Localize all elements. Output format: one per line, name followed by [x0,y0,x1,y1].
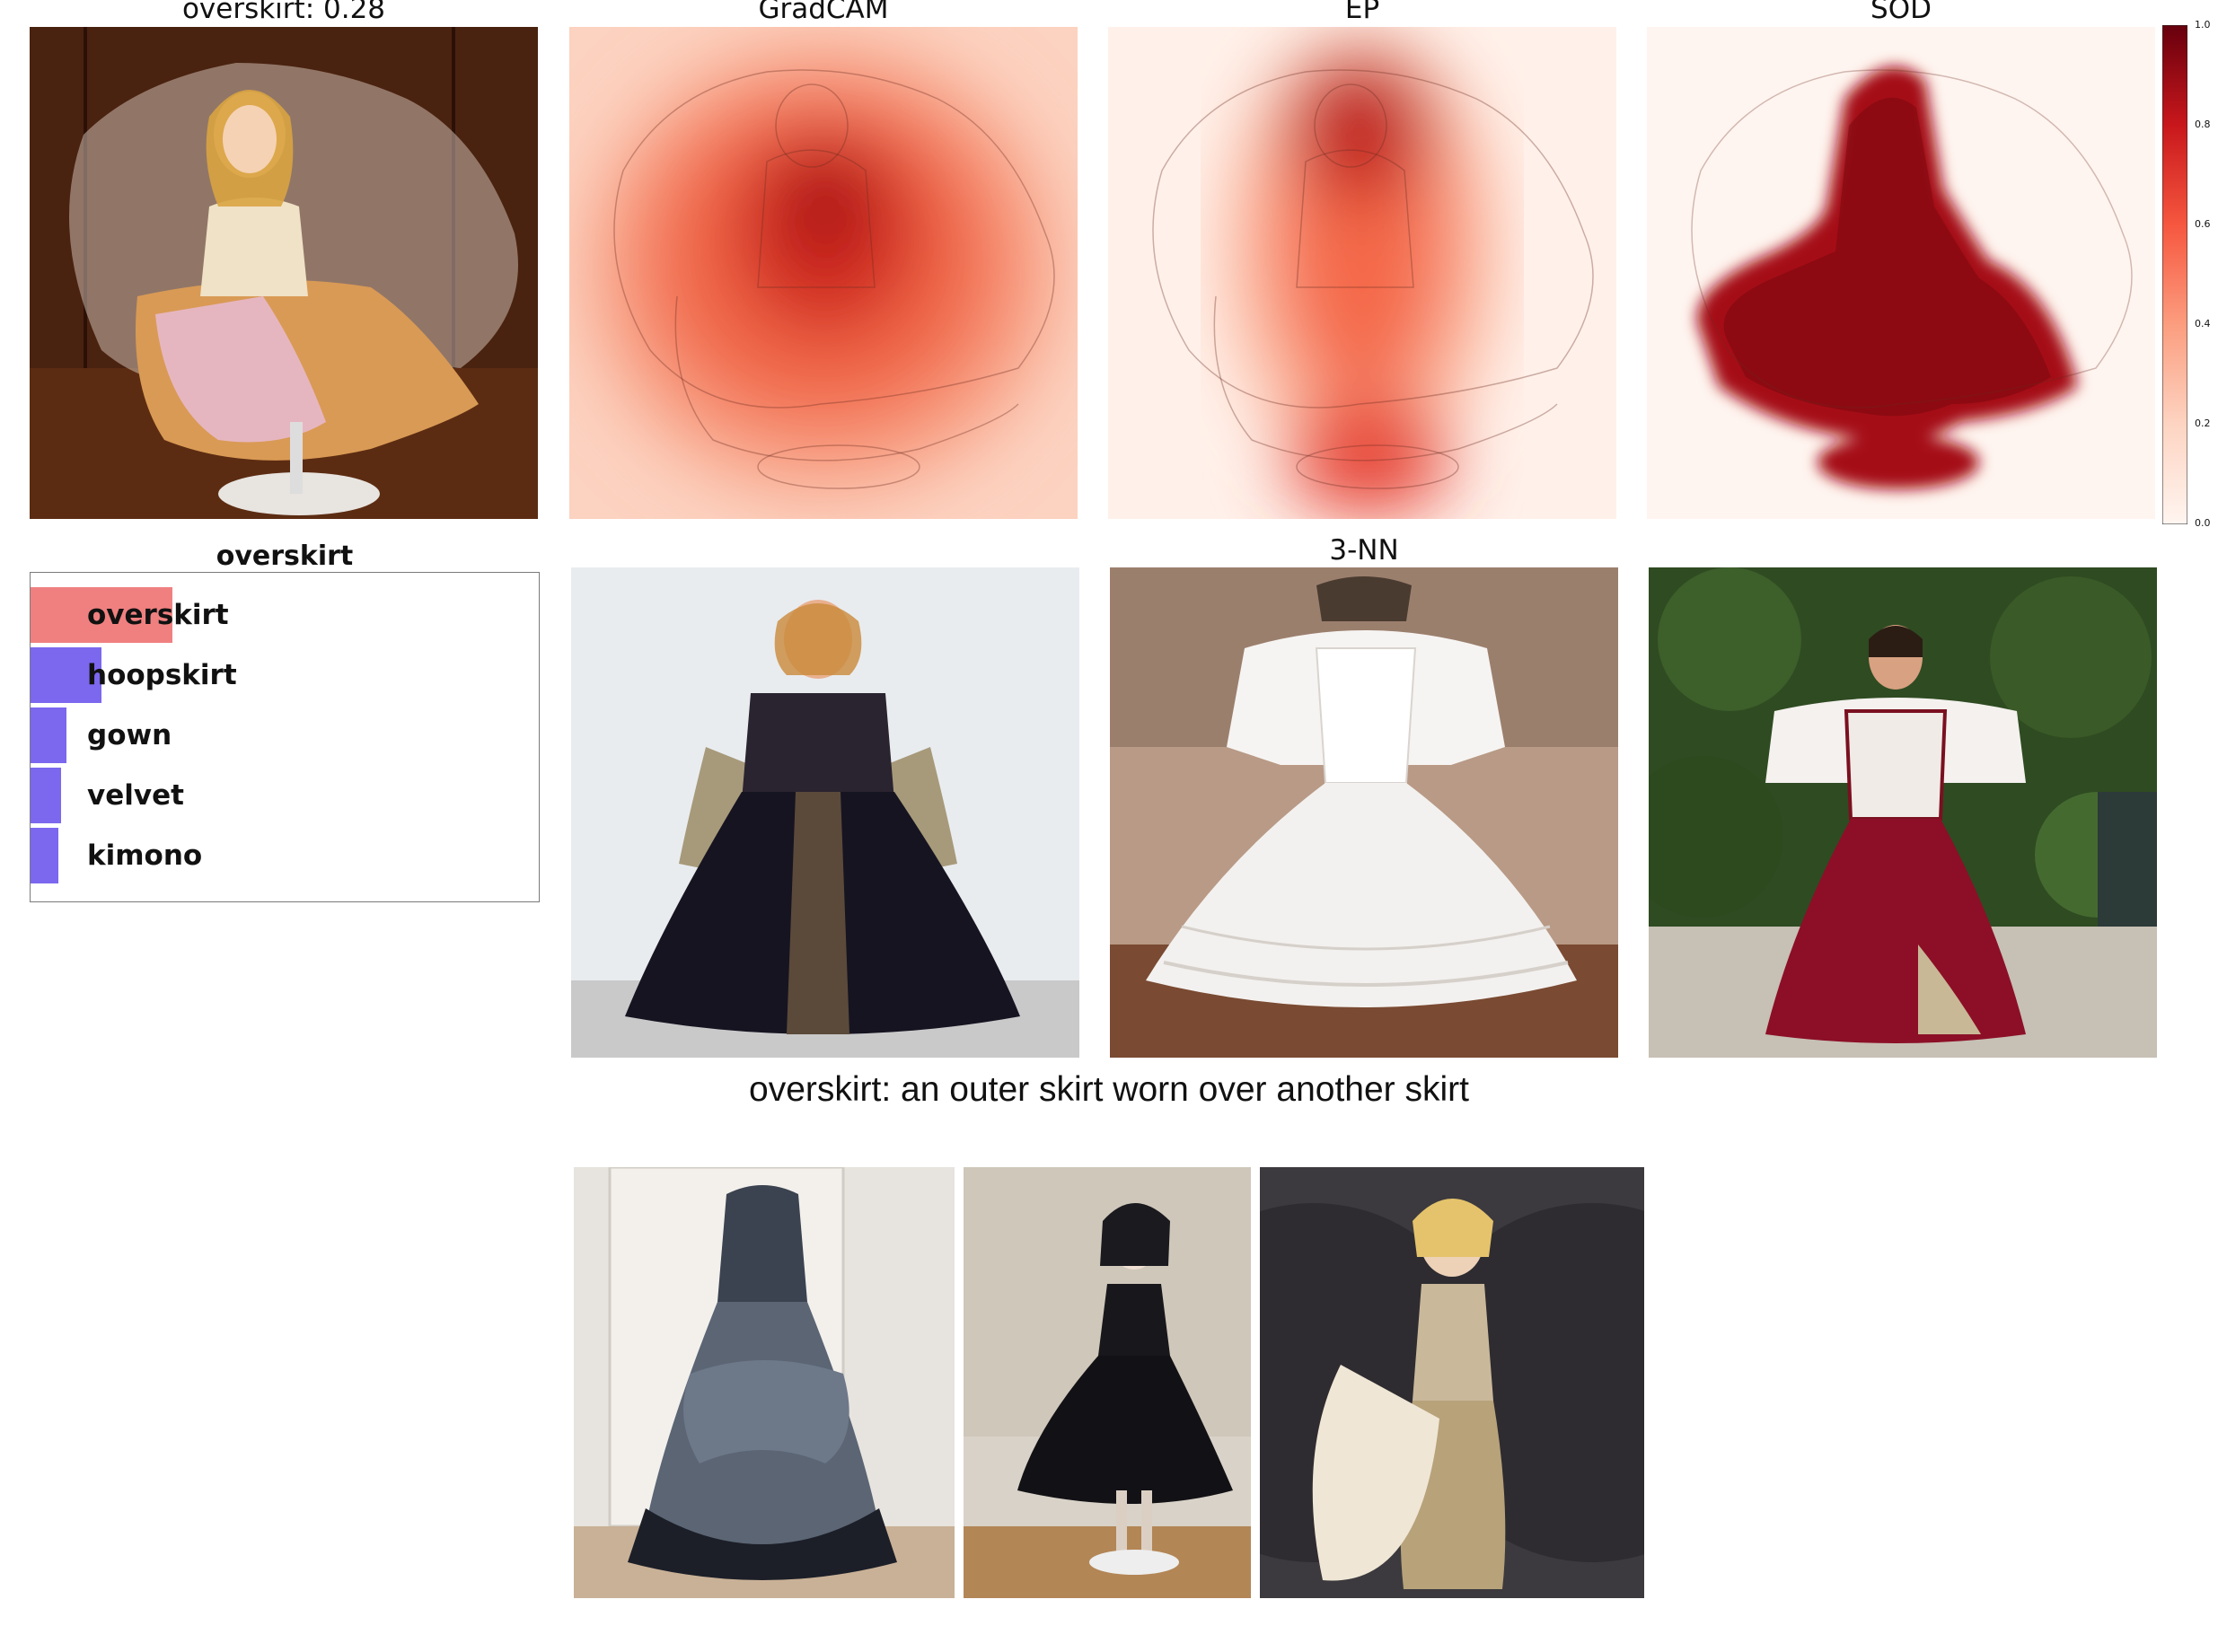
gradcam-title: GradCAM [758,0,889,25]
nn-image-1 [571,567,1079,1058]
prototype-image-1 [574,1167,955,1598]
bar-label-overskirt: overskirt [87,599,229,631]
nn-image-2 [1110,567,1618,1058]
ep-heatmap [1108,27,1616,519]
bar-label-velvet: velvet [87,779,184,812]
nn-title: 3-NN [1329,534,1399,567]
prototype-image-2 [964,1167,1251,1598]
bar-velvet [31,768,61,823]
bar-chart-title: overskirt [216,540,354,572]
nn-image-3 [1649,567,2157,1058]
sod-heatmap [1647,27,2155,519]
colorbar-tick-1.0: 1.0 [2195,19,2211,31]
gradcam-heatmap [569,27,1078,519]
bar-label-gown: gown [87,719,172,751]
top5-bar-chart: overskirt hoopskirt gown velvet kimono [30,572,540,902]
colorbar-tick-0.6: 0.6 [2195,218,2211,230]
colorbar-tick-0.0: 0.0 [2195,517,2211,529]
input-image [30,27,538,519]
colorbar-tick-0.8: 0.8 [2195,119,2211,130]
bar-label-hoopskirt: hoopskirt [87,659,237,691]
bar-kimono [31,828,58,883]
bar-gown [31,707,66,763]
prototype-image-3 [1260,1167,1644,1598]
class-definition-caption: overskirt: an outer skirt worn over anot… [749,1070,1469,1109]
input-title: overskirt: 0.28 [181,0,386,25]
bar-label-kimono: kimono [87,839,203,872]
colorbar-tick-0.2: 0.2 [2195,417,2211,429]
sod-title: SOD [1870,0,1932,25]
colorbar [2161,24,2188,525]
ep-title: EP [1344,0,1380,25]
colorbar-tick-0.4: 0.4 [2195,318,2211,330]
